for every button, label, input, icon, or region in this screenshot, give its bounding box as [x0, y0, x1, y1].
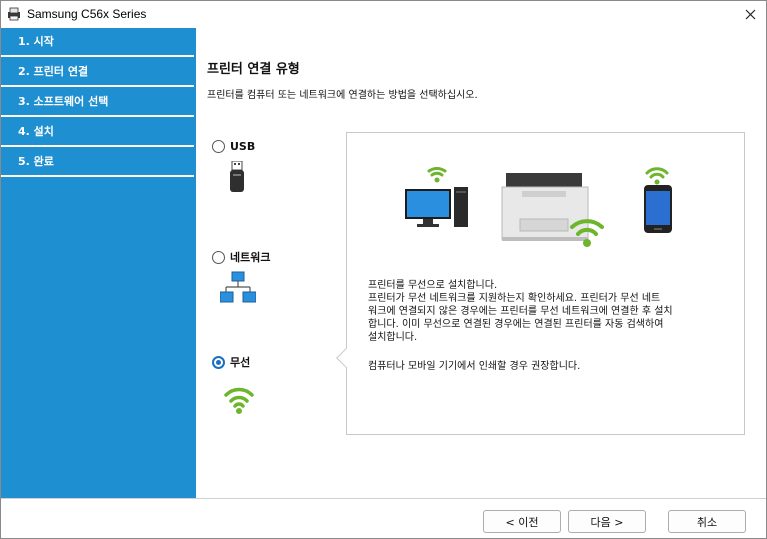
step-software-select: 3. 소프트웨어 선택 [1, 88, 194, 117]
wifi-icon [224, 387, 254, 414]
description-line: 설치합니다. [368, 332, 418, 343]
desktop-computer-icon [405, 166, 468, 227]
option-usb[interactable]: USB [212, 140, 255, 153]
printer-app-icon [8, 7, 20, 21]
description-line: 프린터가 무선 네트워크를 지원하는지 확인하세요. 프린터가 무선 네트 [368, 293, 661, 304]
network-radio[interactable] [212, 250, 225, 264]
network-label: 네트워크 [230, 251, 271, 264]
close-button[interactable] [735, 1, 766, 28]
step-start: 1. 시작 [1, 28, 194, 57]
window-title: Samsung C56x Series [27, 7, 147, 21]
step-complete: 5. 완료 [1, 148, 194, 177]
back-button[interactable]: < 이전 [483, 510, 561, 533]
wireless-description: 프린터를 무선으로 설치합니다. 프린터가 무선 네트워크를 지원하는지 확인하… [368, 279, 728, 344]
page-subtitle: 프린터를 컴퓨터 또는 네트워크에 연결하는 방법을 선택하십시오. [207, 90, 478, 101]
step-printer-connection: 2. 프린터 연결 [1, 58, 194, 87]
wireless-label: 무선 [230, 356, 251, 369]
title-bar: Samsung C56x Series [1, 1, 766, 28]
page-title: 프린터 연결 유형 [207, 62, 300, 77]
printer-icon [501, 173, 604, 247]
installer-window: Samsung C56x Series 1. 시작 2. 프린터 연결 3. 소… [0, 0, 767, 539]
option-wireless[interactable]: 무선 [212, 354, 250, 370]
footer-divider [1, 498, 766, 499]
description-line: 합니다. 이미 무선으로 연결된 경우에는 연결된 프린터를 자동 검색하여 [368, 319, 664, 330]
usb-icon [230, 161, 244, 192]
steps-sidebar: 1. 시작 2. 프린터 연결 3. 소프트웨어 선택 4. 설치 5. 완료 [1, 28, 196, 498]
mobile-phone-icon [644, 167, 672, 233]
description-line: 워크에 연결되지 않은 경우에는 프린터를 무선 네트워크에 연결한 후 설치 [368, 306, 673, 317]
usb-label: USB [230, 140, 256, 153]
close-icon [745, 9, 756, 20]
option-network[interactable]: 네트워크 [212, 249, 270, 265]
usb-radio[interactable] [212, 140, 225, 153]
description-line: 프린터를 무선으로 설치합니다. [368, 280, 498, 291]
wireless-radio[interactable] [212, 355, 225, 369]
network-icon [220, 271, 256, 303]
next-button[interactable]: 다음 > [568, 510, 646, 533]
cancel-button[interactable]: 취소 [668, 510, 746, 533]
step-install: 4. 설치 [1, 118, 194, 147]
wireless-recommendation: 컴퓨터나 모바일 기기에서 인쇄할 경우 권장합니다. [368, 361, 581, 372]
